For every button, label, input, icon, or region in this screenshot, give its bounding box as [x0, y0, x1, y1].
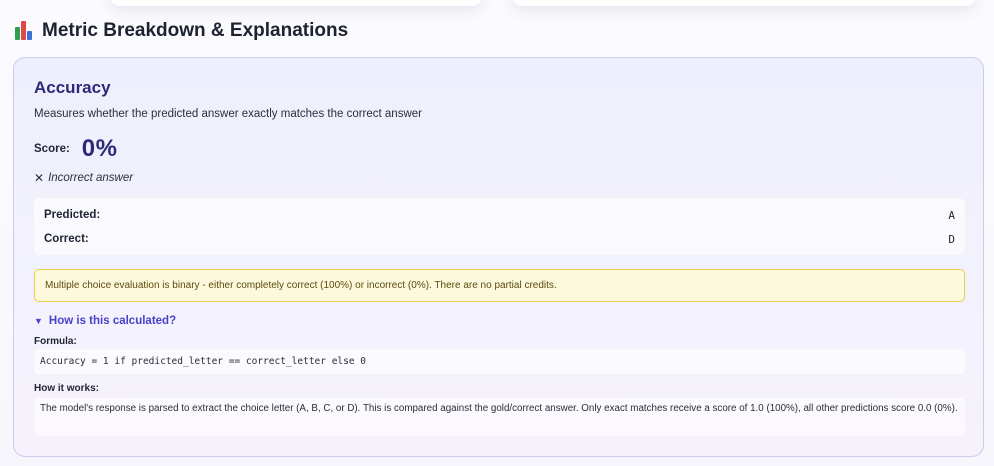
- predicted-value: A: [948, 209, 955, 222]
- result-text: Incorrect answer: [48, 172, 134, 184]
- metric-description: Measures whether the predicted answer ex…: [34, 108, 422, 120]
- score-label: Score:: [34, 143, 70, 155]
- section-title: Metric Breakdown & Explanations: [42, 20, 349, 41]
- metric-card: Accuracy Measures whether the predicted …: [13, 57, 984, 457]
- answers-panel: Predicted: A Correct: D: [34, 198, 965, 255]
- correct-row: Correct: D: [44, 233, 955, 246]
- predicted-label: Predicted:: [44, 209, 101, 221]
- top-card-shadow-right: [512, 0, 976, 6]
- bar-chart-icon: [15, 21, 35, 41]
- predicted-row: Predicted: A: [44, 209, 955, 222]
- correct-label: Correct:: [44, 233, 89, 245]
- formula-label: Formula:: [34, 336, 77, 347]
- formula-code: Accuracy = 1 if predicted_letter == corr…: [34, 349, 965, 374]
- score-row: Score: 0%: [34, 135, 117, 163]
- how-calculated-toggle[interactable]: ▼ How is this calculated?: [34, 315, 176, 327]
- metric-title: Accuracy: [34, 78, 111, 97]
- binary-note: Multiple choice evaluation is binary - e…: [34, 269, 965, 302]
- how-it-works-text: The model's response is parsed to extrac…: [34, 398, 965, 436]
- result-status: ✕ Incorrect answer: [34, 171, 133, 185]
- top-card-shadow-left: [110, 0, 482, 6]
- section-header: Metric Breakdown & Explanations: [15, 20, 348, 42]
- how-it-works-label: How it works:: [34, 383, 100, 394]
- triangle-down-icon: ▼: [34, 316, 43, 326]
- how-calculated-label: How is this calculated?: [48, 315, 177, 327]
- score-value: 0%: [81, 135, 118, 162]
- correct-value: D: [948, 233, 955, 246]
- close-icon: ✕: [34, 171, 45, 185]
